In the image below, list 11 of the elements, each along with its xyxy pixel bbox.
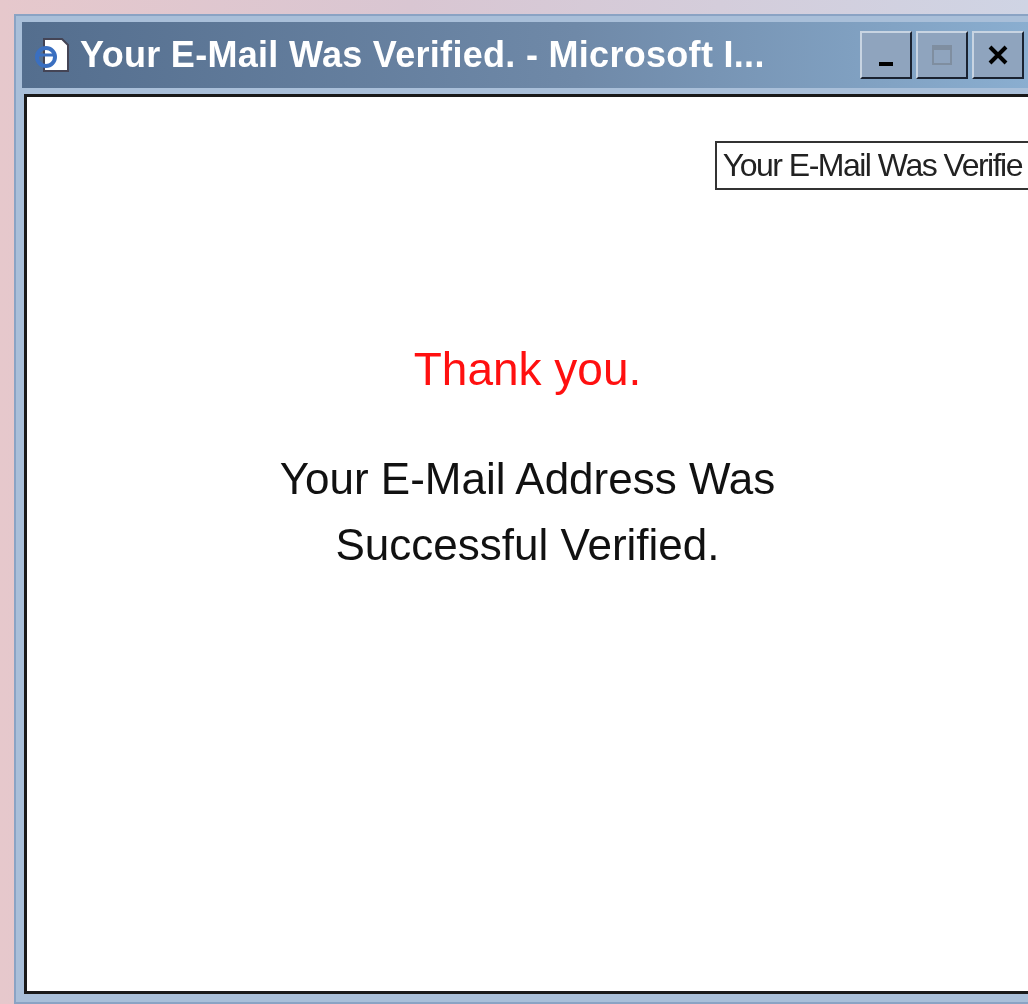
thank-you-heading: Thank you. (413, 342, 642, 396)
minimize-icon (879, 62, 893, 66)
close-icon (986, 43, 1010, 67)
close-button[interactable] (972, 31, 1024, 79)
minimize-button[interactable] (860, 31, 912, 79)
message-text: Successful Verified. (335, 519, 720, 571)
message-text: Your E-Mail Address Was (279, 453, 776, 505)
tooltip: Your E-Mail Was Verifie (714, 141, 1028, 190)
maximize-button[interactable] (916, 31, 968, 79)
window-title: Your E-Mail Was Verified. - Microsoft I... (80, 34, 766, 76)
maximize-icon (930, 43, 954, 67)
